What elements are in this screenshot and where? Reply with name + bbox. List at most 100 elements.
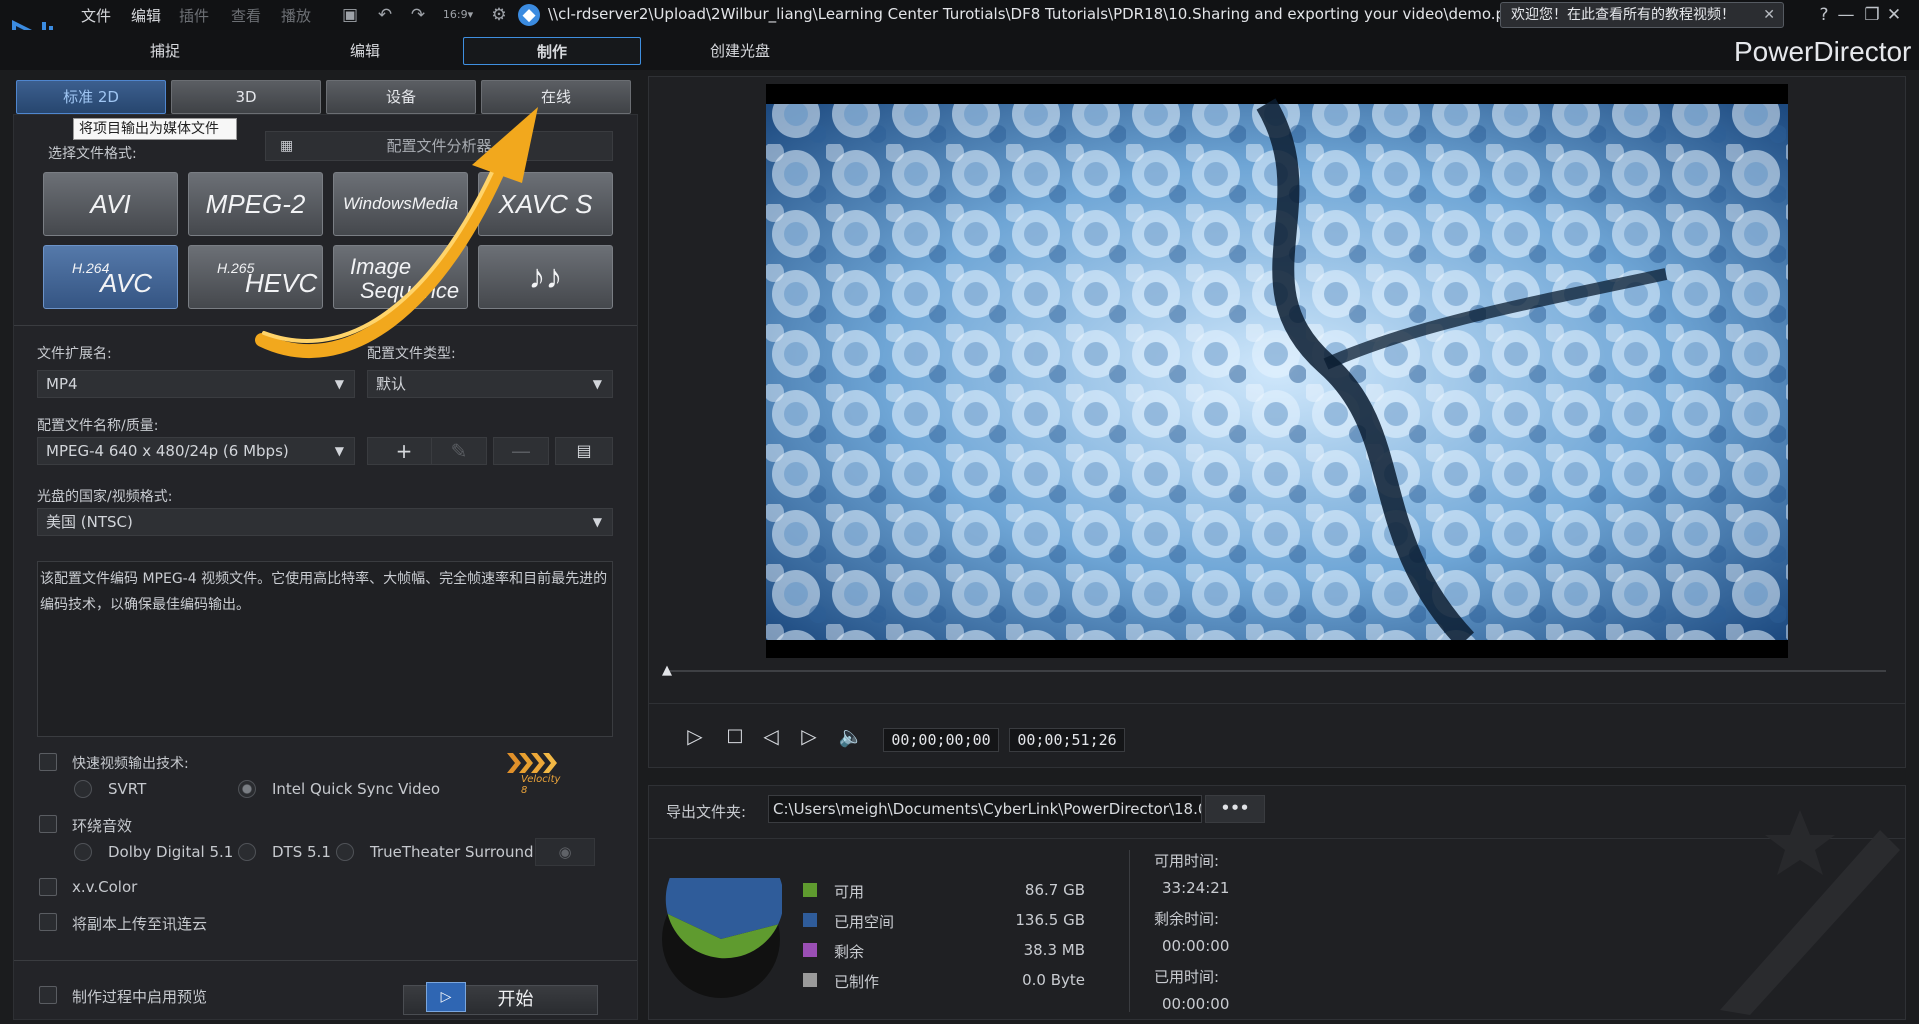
export-folder-input[interactable]: C:\Users\meigh\Documents\CyberLink\Power… (768, 795, 1202, 823)
start-button[interactable]: ▷ 开始 (403, 982, 598, 1015)
surround-sound-label: 环绕音效 (72, 817, 133, 835)
enable-preview-label: 制作过程中启用预览 (72, 988, 208, 1006)
disk-space-pie-chart (662, 878, 782, 998)
truetheater-radio[interactable] (336, 843, 354, 861)
redo-icon[interactable]: ↷ (407, 4, 429, 26)
welcome-text: 欢迎您！在此查看所有的教程视频！ (1511, 7, 1735, 23)
close-window-icon[interactable]: ✕ (1882, 3, 1906, 27)
profile-name-label: 配置文件名称/质量: (37, 418, 159, 434)
menu-file[interactable]: 文件 (81, 5, 111, 26)
dolby-radio[interactable] (74, 843, 92, 861)
divider (1129, 850, 1130, 1012)
tooltip: 将项目输出为媒体文件 (73, 118, 237, 140)
remaining-time-value: 00:00:00 (1162, 937, 1230, 955)
divider (648, 703, 1906, 704)
legend-used-value: 136.5 GB (1015, 911, 1085, 929)
brand-name: PowerDirector (1734, 36, 1912, 67)
tab-create-disc[interactable]: 创建光盘 (695, 37, 785, 65)
format-h264-avc-button[interactable]: H.264 AVC (43, 245, 178, 309)
legend-free-swatch (803, 883, 817, 897)
project-path: \\cl-rdserver2\Upload\2Wilbur_liang\Lear… (548, 5, 1503, 23)
scrubber-handle-icon[interactable]: ▲ (662, 664, 676, 678)
settings-gear-icon[interactable]: ⚙ (488, 4, 510, 26)
format-avi-button[interactable]: AVI (43, 172, 178, 236)
tab-standard-2d[interactable]: 标准 2D (16, 80, 166, 114)
legend-produced-label: 已制作 (834, 973, 880, 991)
close-icon[interactable]: ✕ (1763, 3, 1775, 27)
help-icon[interactable]: ? (1812, 3, 1836, 27)
intel-qsv-label: Intel Quick Sync Video (272, 780, 441, 798)
available-time-label: 可用时间: (1154, 852, 1220, 870)
region-label: 光盘的国家/视频格式: (37, 489, 173, 505)
menu-plugins[interactable]: 插件 (179, 5, 209, 26)
intel-qsv-radio[interactable] (238, 780, 256, 798)
surround-sound-checkbox[interactable] (39, 815, 57, 833)
aspect-ratio-icon[interactable]: 16:9▾ (440, 4, 476, 26)
current-timecode: 00;00;00;00 (883, 728, 999, 752)
available-time-value: 33:24:21 (1162, 879, 1230, 897)
notification-bell-icon[interactable]: ◆ (518, 4, 540, 26)
svrt-radio[interactable] (74, 780, 92, 798)
legend-remaining-swatch (803, 943, 817, 957)
divider (14, 960, 637, 961)
add-profile-button[interactable]: + (367, 437, 441, 465)
next-frame-icon[interactable]: ▷ (796, 723, 822, 749)
tab-capture[interactable]: 捕捉 (120, 37, 210, 65)
save-icon[interactable]: ▣ (339, 4, 361, 26)
velocity-chevrons-icon (507, 753, 557, 773)
menu-playback[interactable]: 播放 (281, 5, 311, 26)
timeline-scrubber[interactable] (668, 670, 1886, 672)
remove-profile-icon[interactable]: — (493, 437, 549, 465)
previous-frame-icon[interactable]: ◁ (758, 723, 784, 749)
upload-cloud-label: 将副本上传至讯连云 (72, 915, 208, 933)
fast-video-checkbox[interactable] (39, 753, 57, 771)
decorative-film-watermark (1720, 810, 1900, 1015)
tab-produce[interactable]: 制作 (463, 37, 641, 65)
video-preview-frame (766, 84, 1788, 658)
surround-settings-icon[interactable]: ◉ (535, 838, 595, 866)
welcome-banner[interactable]: 欢迎您！在此查看所有的教程视频！ ✕ (1500, 2, 1784, 28)
menu-edit[interactable]: 编辑 (131, 5, 161, 26)
svrt-label: SVRT (108, 780, 147, 798)
main-tab-bar (0, 30, 1919, 70)
menu-view[interactable]: 查看 (231, 5, 261, 26)
tutorial-arrow-overlay (255, 107, 538, 358)
dolby-label: Dolby Digital 5.1 (108, 843, 234, 861)
xvcolor-label: x.v.Color (72, 878, 138, 896)
region-format-select[interactable]: 美国 (NTSC) ▼ (37, 508, 613, 536)
volume-icon[interactable]: 🔈 (838, 723, 864, 749)
tab-edit[interactable]: 编辑 (320, 37, 410, 65)
xvcolor-checkbox[interactable] (39, 878, 57, 896)
profile-name-select[interactable]: MPEG-4 640 x 480/24p (6 Mbps) ▼ (37, 437, 355, 465)
select-format-label: 选择文件格式: (48, 146, 137, 162)
legend-free-label: 可用 (834, 883, 865, 901)
play-icon[interactable]: ▷ (682, 723, 708, 749)
elapsed-time-value: 00:00:00 (1162, 995, 1230, 1013)
profile-description: 该配置文件编码 MPEG-4 视频文件。它使用高比特率、大帧幅、完全帧速率和目前… (37, 561, 613, 737)
enable-preview-checkbox[interactable] (39, 986, 57, 1004)
upload-cloud-checkbox[interactable] (39, 913, 57, 931)
legend-used-label: 已用空间 (834, 913, 895, 931)
stop-icon[interactable]: □ (722, 723, 748, 749)
velocity-logo: Velocity 8 (505, 752, 561, 796)
dropdown-arrow-icon: ▼ (592, 377, 602, 391)
legend-remaining-label: 剩余 (834, 943, 865, 961)
dts-radio[interactable] (238, 843, 256, 861)
undo-icon[interactable]: ↶ (374, 4, 396, 26)
export-folder-label: 导出文件夹: (666, 803, 747, 821)
profile-details-icon[interactable]: ▤ (555, 437, 613, 465)
dropdown-arrow-icon: ▼ (334, 444, 344, 458)
legend-used-swatch (803, 913, 817, 927)
browse-folder-button[interactable]: ••• (1205, 795, 1265, 823)
legend-remaining-value: 38.3 MB (1023, 941, 1085, 959)
film-play-icon: ▷ (426, 982, 466, 1012)
dts-label: DTS 5.1 (272, 843, 331, 861)
restore-icon[interactable]: ❐ (1860, 3, 1884, 27)
minimize-icon[interactable]: — (1834, 3, 1858, 27)
elapsed-time-label: 已用时间: (1154, 968, 1220, 986)
file-extension-label: 文件扩展名: (37, 346, 112, 362)
edit-profile-icon[interactable]: ✎ (431, 437, 487, 465)
legend-free-value: 86.7 GB (1024, 881, 1085, 899)
truetheater-label: TrueTheater Surround (370, 843, 534, 861)
total-timecode: 00;00;51;26 (1009, 728, 1125, 752)
